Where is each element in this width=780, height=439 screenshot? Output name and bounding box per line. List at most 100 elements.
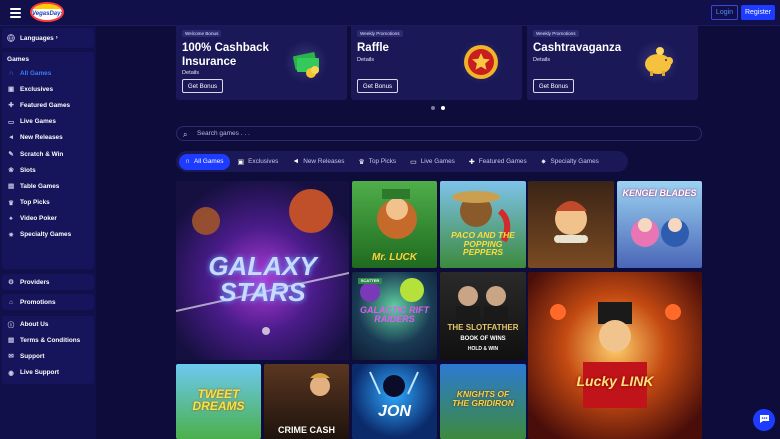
get-bonus-button[interactable]: Get Bonus bbox=[533, 79, 574, 93]
login-button[interactable]: Login bbox=[711, 5, 738, 20]
providers-group: ⚙ Providers bbox=[2, 274, 94, 290]
sidebar-item-video-poker[interactable]: ♠ Video Poker bbox=[2, 211, 94, 227]
game-title: CRIME CASH bbox=[277, 425, 335, 435]
chevron-right-icon: › bbox=[55, 35, 58, 41]
sidebar-item-all-games[interactable]: ∩ All Games bbox=[2, 65, 94, 81]
sidebar-item-label: Providers bbox=[20, 278, 50, 286]
game-tile-mr-luck[interactable]: Mr. LUCK bbox=[352, 181, 437, 268]
document-icon: ▤ bbox=[7, 337, 15, 345]
providers-icon: ⚙ bbox=[8, 279, 14, 287]
languages-selector[interactable]: Languages › bbox=[2, 28, 94, 48]
filter-label: Featured Games bbox=[478, 158, 527, 165]
menu-icon[interactable] bbox=[10, 8, 21, 18]
sidebar-item-label: Exclusives bbox=[20, 85, 54, 93]
megaphone-icon: ◄ bbox=[7, 134, 15, 142]
game-tile-lucky-link[interactable]: Lucky LINK bbox=[528, 272, 702, 439]
sidebar-item-exclusives[interactable]: ▣ Exclusives bbox=[2, 81, 94, 97]
game-title: GALACTIC RIFT RAIDERS bbox=[360, 305, 429, 324]
promo-card-3: Weekly Promotions Cashtravaganza Details… bbox=[527, 26, 698, 100]
game-tile-tweet-dreams[interactable]: TWEET DREAMS bbox=[176, 364, 261, 439]
sidebar-item-label: Live Games bbox=[20, 118, 56, 126]
crown-icon: ♛ bbox=[358, 158, 365, 166]
get-bonus-button[interactable]: Get Bonus bbox=[182, 79, 223, 93]
mail-icon: ✉ bbox=[8, 353, 14, 361]
promo-details-link[interactable]: Details bbox=[533, 57, 550, 63]
promo-tag: Welcome Bonus bbox=[182, 30, 222, 37]
sidebar-item-specialty-games[interactable]: ✷ Specialty Games bbox=[2, 227, 94, 243]
sidebar-item-label: Promotions bbox=[20, 298, 56, 306]
filter-all-games[interactable]: ∩ All Games bbox=[179, 153, 230, 170]
sidebar-item-table-games[interactable]: ▤ Table Games bbox=[2, 178, 94, 194]
game-title: KENGEI BLADES bbox=[622, 188, 697, 198]
logo-stripe bbox=[32, 4, 62, 9]
game-tile-kengei-blades[interactable]: KENGEI BLADES bbox=[617, 181, 702, 268]
game-title: TWEET DREAMS bbox=[192, 387, 245, 413]
game-tile-knights-gridiron[interactable]: KNIGHTS OF THE GRIDIRON bbox=[440, 364, 526, 439]
promo-details-link[interactable]: Details bbox=[182, 70, 199, 76]
info-group: ⓘ About Us ▤ Terms & Conditions ✉ Support ◉ Liv… bbox=[2, 316, 94, 384]
sidebar: Languages › Games ∩ All Games ▣ Exclusives ✚… bbox=[0, 26, 96, 439]
game-tile-dog[interactable] bbox=[528, 181, 614, 268]
logo-text: VegasDays bbox=[32, 11, 64, 17]
game-tile-paco[interactable]: PACO AND THE POPPING PEPPERS bbox=[440, 181, 526, 268]
exclusive-icon: ▣ bbox=[7, 86, 15, 94]
sidebar-item-promotions[interactable]: ⌂ Promotions bbox=[2, 294, 94, 310]
sidebar-item-label: Terms & Conditions bbox=[20, 336, 81, 344]
register-button[interactable]: Register bbox=[741, 5, 775, 20]
sidebar-item-top-picks[interactable]: ♛ Top Picks bbox=[2, 195, 94, 211]
top-bar: VegasDays Login Register bbox=[0, 0, 780, 26]
game-title: Mr. LUCK bbox=[372, 252, 417, 263]
game-tile-galaxy-stars[interactable]: GALAXY STARS bbox=[176, 181, 349, 360]
get-bonus-button[interactable]: Get Bonus bbox=[357, 79, 398, 93]
sidebar-item-label: Support bbox=[20, 352, 45, 360]
sidebar-item-label: Live Support bbox=[20, 369, 60, 377]
info-list: ⓘ About Us ▤ Terms & Conditions ✉ Support ◉ Liv… bbox=[2, 316, 94, 381]
sidebar-item-label: Featured Games bbox=[20, 101, 71, 109]
carousel-dot-1[interactable] bbox=[431, 106, 435, 110]
category-filters: ∩ All Games ▣ Exclusives ◄ New Releases ♛ Top P… bbox=[176, 151, 628, 172]
search-icon: ⌕ bbox=[183, 130, 188, 139]
game-title: GALAXY STARS bbox=[208, 251, 317, 307]
sidebar-item-label: New Releases bbox=[20, 134, 63, 142]
sidebar-item-live-support[interactable]: ◉ Live Support bbox=[2, 365, 94, 381]
games-list: ∩ All Games ▣ Exclusives ✚ Featured Games ▭ Liv… bbox=[2, 65, 94, 243]
game-title: PACO AND THE POPPING PEPPERS bbox=[451, 230, 515, 257]
sidebar-item-new-releases[interactable]: ◄ New Releases bbox=[2, 130, 94, 146]
sidebar-item-label: Table Games bbox=[20, 182, 60, 190]
sidebar-item-providers[interactable]: ⚙ Providers bbox=[2, 274, 94, 290]
filter-live-games[interactable]: ▭ Live Games bbox=[404, 154, 461, 170]
scatter-badge: SCATTER bbox=[358, 278, 382, 284]
sidebar-item-featured-games[interactable]: ✚ Featured Games bbox=[2, 97, 94, 113]
filter-label: New Releases bbox=[303, 158, 345, 165]
sidebar-item-live-games[interactable]: ▭ Live Games bbox=[2, 114, 94, 130]
sidebar-item-support[interactable]: ✉ Support bbox=[2, 348, 94, 364]
chat-button[interactable] bbox=[753, 409, 775, 431]
filter-specialty-games[interactable]: ✷ Specialty Games bbox=[535, 154, 605, 170]
search-input[interactable]: Search games . . . bbox=[197, 130, 250, 137]
game-tile-galactic-rift-raiders[interactable]: SCATTER GALACTIC RIFT RAIDERS bbox=[352, 272, 437, 360]
game-tile-crime-cash[interactable]: CRIME CASH bbox=[264, 364, 349, 439]
filter-label: Exclusives bbox=[248, 158, 279, 165]
carousel-dot-2[interactable] bbox=[441, 106, 445, 110]
promo-title: Cashtravaganza bbox=[533, 42, 622, 54]
site-logo[interactable]: VegasDays bbox=[30, 2, 64, 22]
games-group: Games ∩ All Games ▣ Exclusives ✚ Featured Gam… bbox=[2, 52, 94, 269]
puzzle-icon: ✚ bbox=[8, 102, 14, 110]
game-tile-jon[interactable]: JON bbox=[352, 364, 437, 439]
sidebar-item-label: Scratch & Win bbox=[20, 150, 64, 158]
search-bar[interactable]: ⌕ Search games . . . bbox=[176, 126, 702, 141]
sidebar-item-label: Top Picks bbox=[20, 199, 50, 207]
filter-top-picks[interactable]: ♛ Top Picks bbox=[352, 154, 402, 170]
sidebar-item-slots[interactable]: ❀ Slots bbox=[2, 162, 94, 178]
sidebar-item-scratch-win[interactable]: ✎ Scratch & Win bbox=[2, 146, 94, 162]
filter-featured-games[interactable]: ✚ Featured Games bbox=[463, 154, 533, 170]
game-title: KNIGHTS OF THE GRIDIRON bbox=[452, 389, 514, 408]
filter-label: Specialty Games bbox=[550, 158, 599, 165]
filter-exclusives[interactable]: ▣ Exclusives bbox=[232, 154, 285, 170]
sidebar-item-terms-conditions[interactable]: ▤ Terms & Conditions bbox=[2, 332, 94, 348]
promo-details-link[interactable]: Details bbox=[357, 57, 374, 63]
chat-icon: ◉ bbox=[8, 369, 14, 377]
sidebar-item-about-us[interactable]: ⓘ About Us bbox=[2, 316, 94, 332]
game-tile-slotfather[interactable]: THE SLOTFATHER BOOK OF WINS HOLD & WIN bbox=[440, 272, 526, 360]
filter-new-releases[interactable]: ◄ New Releases bbox=[286, 154, 350, 170]
